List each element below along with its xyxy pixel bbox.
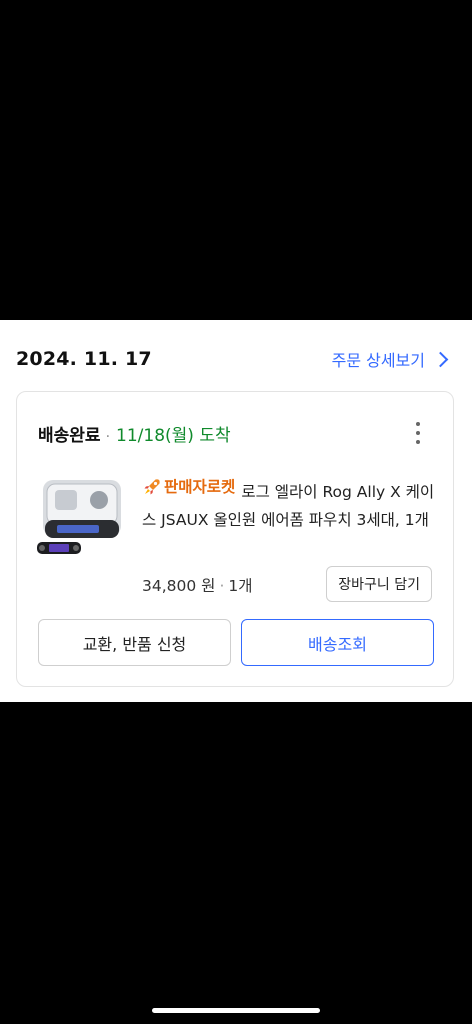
price-separator: ·	[219, 577, 225, 595]
order-detail-label: 주문 상세보기	[331, 351, 425, 370]
rocket-icon	[144, 479, 160, 495]
product-price: 34,800 원	[142, 577, 216, 595]
track-delivery-button[interactable]: 배송조회	[241, 619, 434, 666]
order-sheet: 2024. 11. 17 주문 상세보기 배송완료 · 11/18(월) 도착	[0, 320, 472, 702]
order-card: 배송완료 · 11/18(월) 도착 판매자로켓 로그 엘라이 Rog Ally…	[16, 391, 454, 687]
order-detail-link[interactable]: 주문 상세보기	[331, 347, 449, 371]
exchange-return-button[interactable]: 교환, 반품 신청	[38, 619, 231, 666]
shipment-status: 배송완료	[38, 426, 101, 446]
product-thumbnail[interactable]	[37, 470, 131, 556]
price-row: 34,800 원 · 1개	[142, 574, 253, 596]
badge-label: 판매자로켓	[164, 478, 236, 496]
seller-rocket-badge: 판매자로켓	[142, 473, 235, 501]
product-info[interactable]: 판매자로켓 로그 엘라이 Rog Ally X 케이스 JSAUX 올인원 에어…	[142, 473, 442, 534]
shipment-status-row: 배송완료 · 11/18(월) 도착	[38, 421, 231, 446]
chevron-right-icon	[432, 351, 449, 367]
add-to-cart-button[interactable]: 장바구니 담기	[326, 566, 432, 602]
home-indicator[interactable]	[152, 1008, 320, 1013]
more-vertical-icon[interactable]	[415, 422, 421, 444]
arrival-date: 11/18(월) 도착	[116, 426, 231, 446]
order-date: 2024. 11. 17	[16, 348, 152, 370]
product-quantity: 1개	[228, 577, 253, 595]
status-separator: ·	[105, 429, 111, 445]
